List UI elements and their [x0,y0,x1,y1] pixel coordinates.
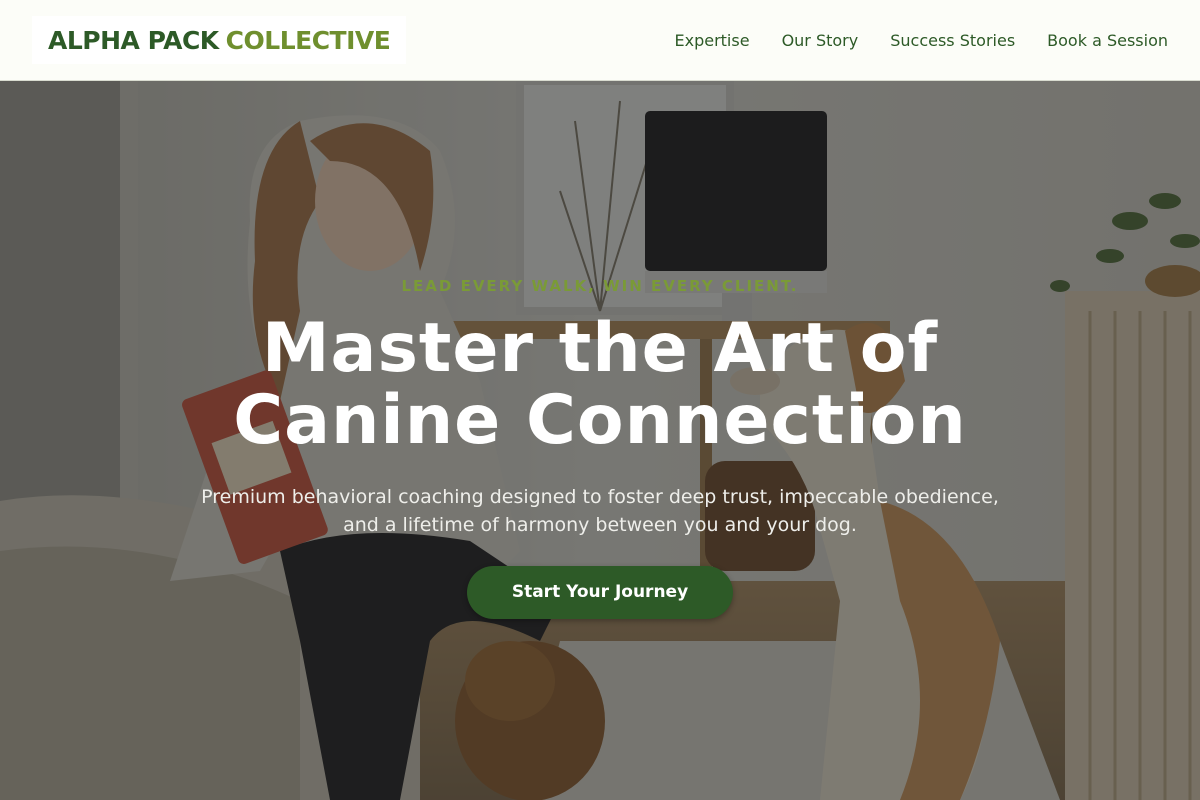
nav-link-expertise[interactable]: Expertise [675,31,750,50]
hero-subheadline-line-1: Premium behavioral coaching designed to … [201,486,999,508]
hero-headline-line-1: Master the Art of [261,309,939,388]
nav-link-our-story[interactable]: Our Story [782,31,859,50]
site-header: ALPHA PACK COLLECTIVE Expertise Our Stor… [0,0,1200,81]
hero-eyebrow: LEAD EVERY WALK, WIN EVERY CLIENT. [401,277,799,295]
logo-text-accent: COLLECTIVE [225,25,391,55]
main-nav: Expertise Our Story Success Stories Book… [675,31,1169,50]
hero-subheadline: Premium behavioral coaching designed to … [150,483,1050,539]
hero-section: LEAD EVERY WALK, WIN EVERY CLIENT. Maste… [0,81,1200,800]
nav-link-success-stories[interactable]: Success Stories [890,31,1015,50]
nav-link-book-session[interactable]: Book a Session [1047,31,1168,50]
hero-headline: Master the Art of Canine Connection [0,313,1200,457]
logo-text-primary: ALPHA PACK [48,25,219,55]
hero-content: LEAD EVERY WALK, WIN EVERY CLIENT. Maste… [0,81,1200,800]
brand-logo[interactable]: ALPHA PACK COLLECTIVE [32,16,407,64]
start-journey-button[interactable]: Start Your Journey [467,566,733,619]
hero-headline-line-2: Canine Connection [233,381,967,460]
hero-subheadline-line-2: and a lifetime of harmony between you an… [343,514,857,536]
